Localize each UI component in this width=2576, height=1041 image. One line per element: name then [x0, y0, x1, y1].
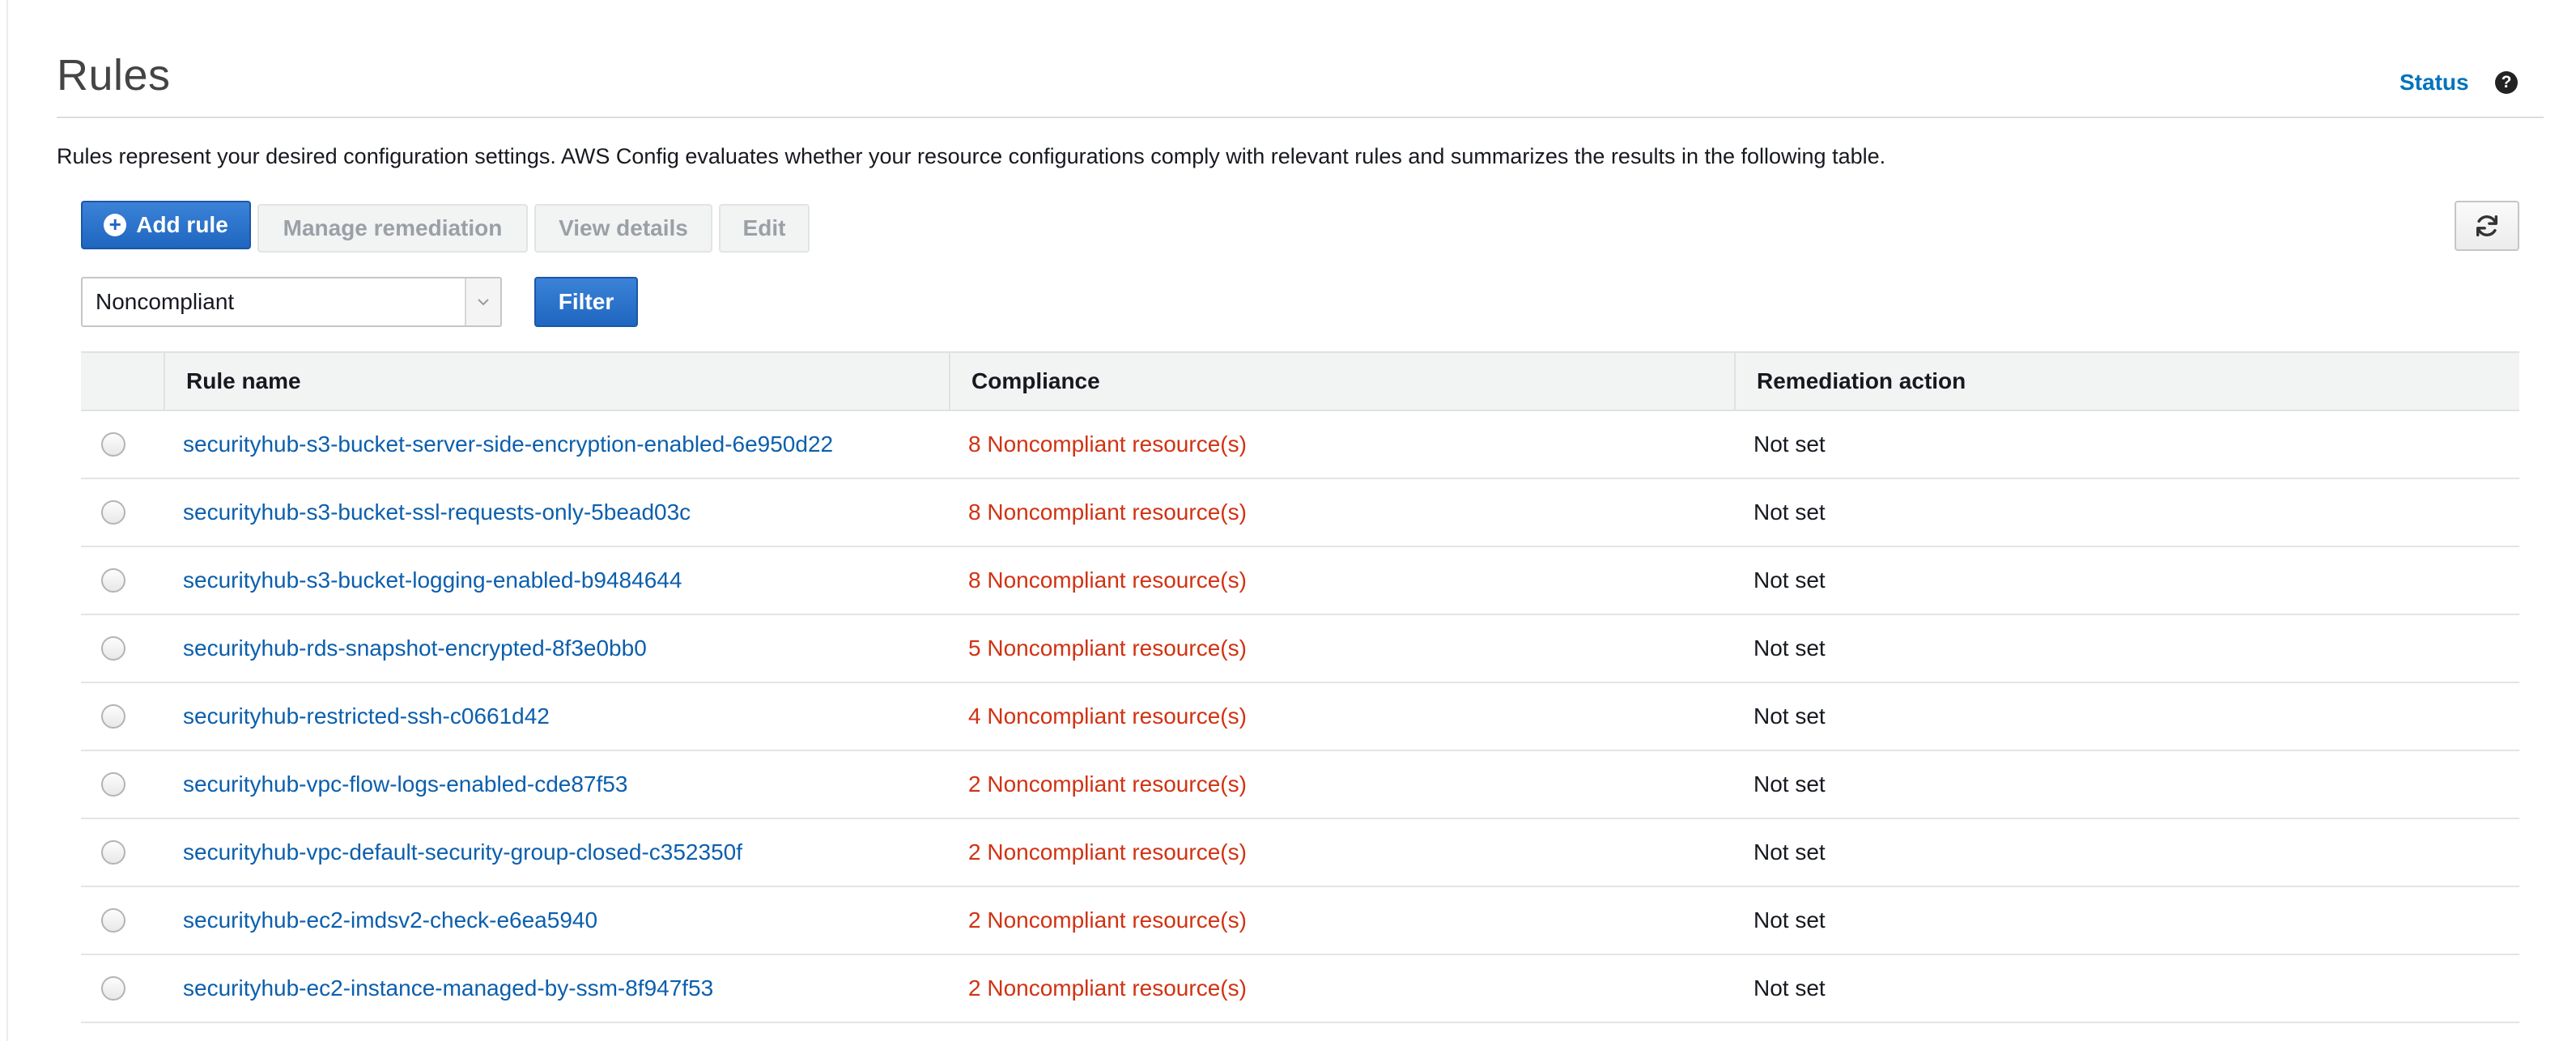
row-radio-button[interactable]	[101, 432, 125, 457]
row-select-cell	[81, 479, 164, 546]
rule-name-link[interactable]: securityhub-ec2-instance-managed-by-ssm-…	[164, 955, 949, 1022]
table-row[interactable]: securityhub-ec2-imdsv2-check-e6ea5940 2 N…	[81, 887, 2519, 955]
rule-name-link[interactable]: securityhub-vpc-default-security-group-c…	[164, 819, 949, 886]
row-select-cell	[81, 955, 164, 1022]
rule-name-link[interactable]: securityhub-ec2-imdsv2-check-e6ea5940	[164, 887, 949, 954]
add-rule-label: Add rule	[136, 212, 228, 237]
remediation-action: Not set	[1753, 907, 1826, 933]
rule-name-link[interactable]: securityhub-s3-bucket-server-side-encryp…	[164, 411, 949, 478]
table-body: securityhub-s3-bucket-server-side-encryp…	[81, 411, 2519, 1023]
remediation-action: Not set	[1753, 567, 1826, 593]
remediation-action: Not set	[1753, 771, 1826, 797]
compliance-filter-select[interactable]: Noncompliant	[81, 277, 502, 327]
row-radio-button[interactable]	[101, 704, 125, 729]
table-row[interactable]: securityhub-ec2-instance-managed-by-ssm-…	[81, 955, 2519, 1023]
row-radio-button[interactable]	[101, 568, 125, 593]
rule-name-link[interactable]: securityhub-restricted-ssh-c0661d42	[164, 683, 949, 750]
column-header-remediation-action[interactable]: Remediation action	[1734, 353, 2519, 410]
filter-button[interactable]: Filter	[534, 277, 638, 327]
refresh-icon	[2476, 215, 2498, 237]
table-row[interactable]: securityhub-vpc-default-security-group-c…	[81, 819, 2519, 887]
refresh-button[interactable]	[2455, 201, 2519, 251]
column-header-compliance[interactable]: Compliance	[949, 353, 1734, 410]
edit-button[interactable]: Edit	[719, 204, 810, 253]
row-select-cell	[81, 547, 164, 614]
add-rule-button[interactable]: + Add rule	[81, 201, 251, 249]
row-select-cell	[81, 751, 164, 818]
table-row[interactable]: securityhub-s3-bucket-ssl-requests-only-…	[81, 479, 2519, 547]
rules-table: Rule name Compliance Remediation action …	[81, 351, 2519, 1023]
help-icon[interactable]: ?	[2495, 71, 2518, 94]
table-row[interactable]: securityhub-s3-bucket-server-side-encryp…	[81, 411, 2519, 479]
rule-name-link[interactable]: securityhub-s3-bucket-logging-enabled-b9…	[164, 547, 949, 614]
table-row[interactable]: securityhub-rds-snapshot-encrypted-8f3e0…	[81, 615, 2519, 683]
rule-name-link[interactable]: securityhub-vpc-flow-logs-enabled-cde87f…	[164, 751, 949, 818]
view-details-button[interactable]: View details	[534, 204, 712, 253]
status-link[interactable]: Status	[2400, 70, 2469, 96]
remediation-action: Not set	[1753, 431, 1826, 457]
table-row[interactable]: securityhub-s3-bucket-logging-enabled-b9…	[81, 547, 2519, 615]
plus-circle-icon: +	[104, 214, 127, 236]
rule-name-link[interactable]: securityhub-rds-snapshot-encrypted-8f3e0…	[164, 615, 949, 682]
remediation-action: Not set	[1753, 635, 1826, 661]
remediation-action: Not set	[1753, 975, 1826, 1001]
column-header-rule-name[interactable]: Rule name	[164, 353, 949, 410]
rule-name-link[interactable]: securityhub-s3-bucket-ssl-requests-only-…	[164, 479, 949, 546]
row-radio-button[interactable]	[101, 908, 125, 933]
row-select-cell	[81, 819, 164, 886]
row-radio-button[interactable]	[101, 976, 125, 1001]
remediation-action: Not set	[1753, 839, 1826, 865]
compliance-status: 2 Noncompliant resource(s)	[968, 975, 1247, 1001]
remediation-action: Not set	[1753, 499, 1826, 525]
row-radio-button[interactable]	[101, 636, 125, 661]
row-select-cell	[81, 411, 164, 478]
page-description: Rules represent your desired configurati…	[57, 144, 1886, 168]
title-divider	[57, 117, 2544, 118]
table-header: Rule name Compliance Remediation action	[81, 351, 2519, 411]
table-row[interactable]: securityhub-vpc-flow-logs-enabled-cde87f…	[81, 751, 2519, 819]
row-select-cell	[81, 887, 164, 954]
compliance-status: 5 Noncompliant resource(s)	[968, 635, 1247, 661]
compliance-status: 2 Noncompliant resource(s)	[968, 839, 1247, 865]
row-select-cell	[81, 615, 164, 682]
compliance-status: 8 Noncompliant resource(s)	[968, 499, 1247, 525]
page-title: Rules	[57, 51, 171, 100]
manage-remediation-button[interactable]: Manage remediation	[257, 204, 528, 253]
left-border	[6, 0, 8, 1041]
row-radio-button[interactable]	[101, 840, 125, 865]
chevron-down-icon[interactable]	[465, 278, 500, 325]
remediation-action: Not set	[1753, 703, 1826, 729]
compliance-status: 8 Noncompliant resource(s)	[968, 431, 1247, 457]
table-row[interactable]: securityhub-restricted-ssh-c0661d42 4 Non…	[81, 683, 2519, 751]
compliance-status: 2 Noncompliant resource(s)	[968, 771, 1247, 797]
compliance-status: 4 Noncompliant resource(s)	[968, 703, 1247, 729]
row-radio-button[interactable]	[101, 772, 125, 797]
row-radio-button[interactable]	[101, 500, 125, 525]
row-select-cell	[81, 683, 164, 750]
compliance-status: 2 Noncompliant resource(s)	[968, 907, 1247, 933]
compliance-status: 8 Noncompliant resource(s)	[968, 567, 1247, 593]
filter-select-value: Noncompliant	[96, 289, 235, 314]
header-select-column	[81, 353, 164, 410]
